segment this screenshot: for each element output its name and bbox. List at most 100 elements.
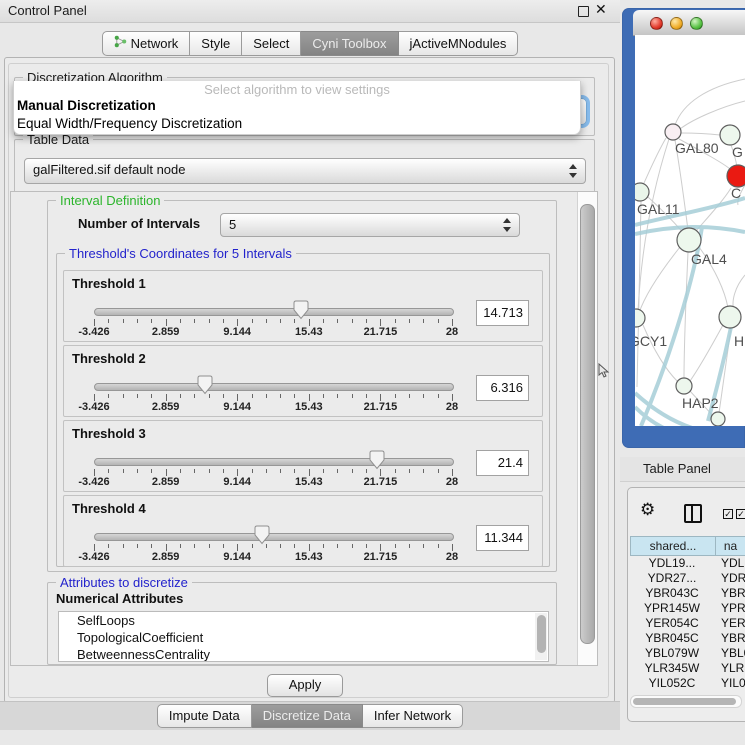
checkbox-icon[interactable]: ✓ [736, 509, 745, 519]
zoom-traffic-light[interactable] [690, 17, 703, 30]
slider-thumb[interactable] [197, 375, 213, 395]
threshold-value-field[interactable]: 11.344 [476, 525, 529, 551]
network-node-gcy1[interactable] [635, 309, 645, 327]
vertical-scrollbar-thumb[interactable] [580, 204, 595, 644]
network-canvas[interactable]: GAL80GCGAL11GAL4GCY1HHAP2 [635, 35, 745, 426]
tick-mark [452, 544, 453, 551]
tick-mark [180, 319, 181, 323]
tick-label: 28 [446, 476, 458, 488]
tick-mark [223, 394, 224, 398]
network-node-c[interactable] [727, 165, 745, 187]
tab-infer-network[interactable]: Infer Network [363, 704, 463, 728]
slider-track[interactable] [94, 308, 454, 316]
slider-track[interactable] [94, 383, 454, 391]
split-columns-icon[interactable] [684, 504, 702, 523]
number-of-intervals-combobox[interactable]: 5 [220, 213, 520, 237]
tick-mark [223, 469, 224, 473]
attribute-item-betweennesscentrality[interactable]: BetweennessCentrality [59, 646, 548, 662]
table-row[interactable]: YPR145WYPR1 [630, 601, 745, 616]
tab-style[interactable]: Style [190, 31, 242, 56]
network-node-g[interactable] [720, 125, 740, 145]
cell-shared-name[interactable]: YLR345W [630, 661, 714, 676]
threshold-value-field[interactable]: 21.4 [476, 450, 529, 476]
cell-name[interactable]: YLR3 [714, 661, 745, 676]
network-window-titlebar[interactable] [633, 10, 745, 36]
cell-shared-name[interactable]: YPR145W [630, 601, 714, 616]
tab-jactivemnodules[interactable]: jActiveMNodules [399, 31, 519, 56]
algorithm-option-equal-width-frequency-discretization[interactable]: Equal Width/Frequency Discretization [17, 116, 242, 131]
cell-shared-name[interactable]: YBL079W [630, 646, 714, 661]
network-node[interactable] [711, 412, 725, 426]
slider-thumb[interactable] [293, 300, 309, 320]
cell-shared-name[interactable]: YBR045C [630, 631, 714, 646]
cell-shared-name[interactable]: YDR27... [630, 571, 714, 586]
tab-network[interactable]: Network [102, 31, 191, 56]
cell-name[interactable]: YBL0 [714, 646, 745, 661]
attribute-item-selfloops[interactable]: SelfLoops [59, 612, 548, 629]
cell-name[interactable]: YDL1 [714, 556, 745, 571]
apply-button[interactable]: Apply [267, 674, 343, 697]
table-row[interactable]: YDR27...YDR2 [630, 571, 745, 586]
network-node-gal4[interactable] [677, 228, 701, 252]
slider-thumb[interactable] [254, 525, 270, 545]
tab-label: jActiveMNodules [410, 36, 507, 51]
cell-name[interactable]: YBR0 [714, 631, 745, 646]
tick-mark [237, 469, 238, 476]
table-row[interactable]: YDL19...YDL1 [630, 556, 745, 571]
attributes-listbox: SelfLoopsTopologicalCoefficientBetweenne… [58, 611, 549, 662]
tab-impute-data[interactable]: Impute Data [157, 704, 252, 728]
stepper-arrows-icon[interactable] [503, 218, 512, 232]
checkbox-icon[interactable]: ✓ [723, 509, 733, 519]
table-data-combobox[interactable]: galFiltered.sif default node [24, 158, 586, 184]
tick-mark [352, 544, 353, 548]
gear-icon[interactable]: ⚙ [640, 501, 655, 519]
network-node-gal80[interactable] [665, 124, 681, 140]
list-scrollbar-thumb[interactable] [537, 615, 546, 653]
tab-select[interactable]: Select [242, 31, 301, 56]
cell-shared-name[interactable]: YIL052C [630, 676, 714, 691]
cell-shared-name[interactable]: YER054C [630, 616, 714, 631]
table-row[interactable]: YLR345WYLR3 [630, 661, 745, 676]
threshold-value-field[interactable]: 14.713 [476, 300, 529, 326]
table-row[interactable]: YER054CYER0 [630, 616, 745, 631]
tab-discretize-data[interactable]: Discretize Data [252, 704, 363, 728]
network-node-h[interactable] [719, 306, 741, 328]
table-row[interactable]: YIL052CYIL0 [630, 676, 745, 691]
list-scrollbar[interactable] [535, 613, 547, 660]
slider-track[interactable] [94, 533, 454, 541]
cell-name[interactable]: YDR2 [714, 571, 745, 586]
threshold-label: Threshold 3 [72, 426, 146, 441]
slider-tick-labels: -3.4262.8599.14415.4321.71528 [94, 551, 452, 563]
tick-mark [452, 319, 453, 326]
tick-mark [151, 469, 152, 473]
node-label: HAP2 [682, 395, 719, 411]
cell-name[interactable]: YER0 [714, 616, 745, 631]
minimize-traffic-light[interactable] [670, 17, 683, 30]
stepper-arrows-icon[interactable] [569, 164, 578, 178]
tick-mark [337, 469, 338, 473]
horizontal-scrollbar[interactable] [630, 695, 742, 708]
attribute-item-topologicalcoefficient[interactable]: TopologicalCoefficient [59, 629, 548, 646]
vertical-scrollbar[interactable] [577, 192, 597, 665]
cell-shared-name[interactable]: YBR043C [630, 586, 714, 601]
cell-shared-name[interactable]: YDL19... [630, 556, 714, 571]
close-icon[interactable]: ✕ [595, 1, 607, 18]
cell-name[interactable]: YBR0 [714, 586, 745, 601]
network-node-gal11[interactable] [635, 183, 649, 201]
table-row[interactable]: YBR045CYBR0 [630, 631, 745, 646]
slider-thumb[interactable] [369, 450, 385, 470]
horizontal-scrollbar-thumb[interactable] [633, 698, 736, 705]
cell-name[interactable]: YIL0 [714, 676, 745, 691]
float-window-icon[interactable] [578, 6, 589, 17]
close-traffic-light[interactable] [650, 17, 663, 30]
threshold-value-field[interactable]: 6.316 [476, 375, 529, 401]
algorithm-option-manual-discretization[interactable]: Manual Discretization [17, 98, 156, 113]
network-node-hap2[interactable] [676, 378, 692, 394]
table-row[interactable]: YBR043CYBR0 [630, 586, 745, 601]
slider-track[interactable] [94, 458, 454, 466]
table-row[interactable]: YBL079WYBL0 [630, 646, 745, 661]
column-header-shared-name[interactable]: shared... [630, 536, 716, 556]
column-header-name[interactable]: na [716, 536, 745, 556]
cell-name[interactable]: YPR1 [714, 601, 745, 616]
tab-cyni-toolbox[interactable]: Cyni Toolbox [301, 31, 398, 56]
